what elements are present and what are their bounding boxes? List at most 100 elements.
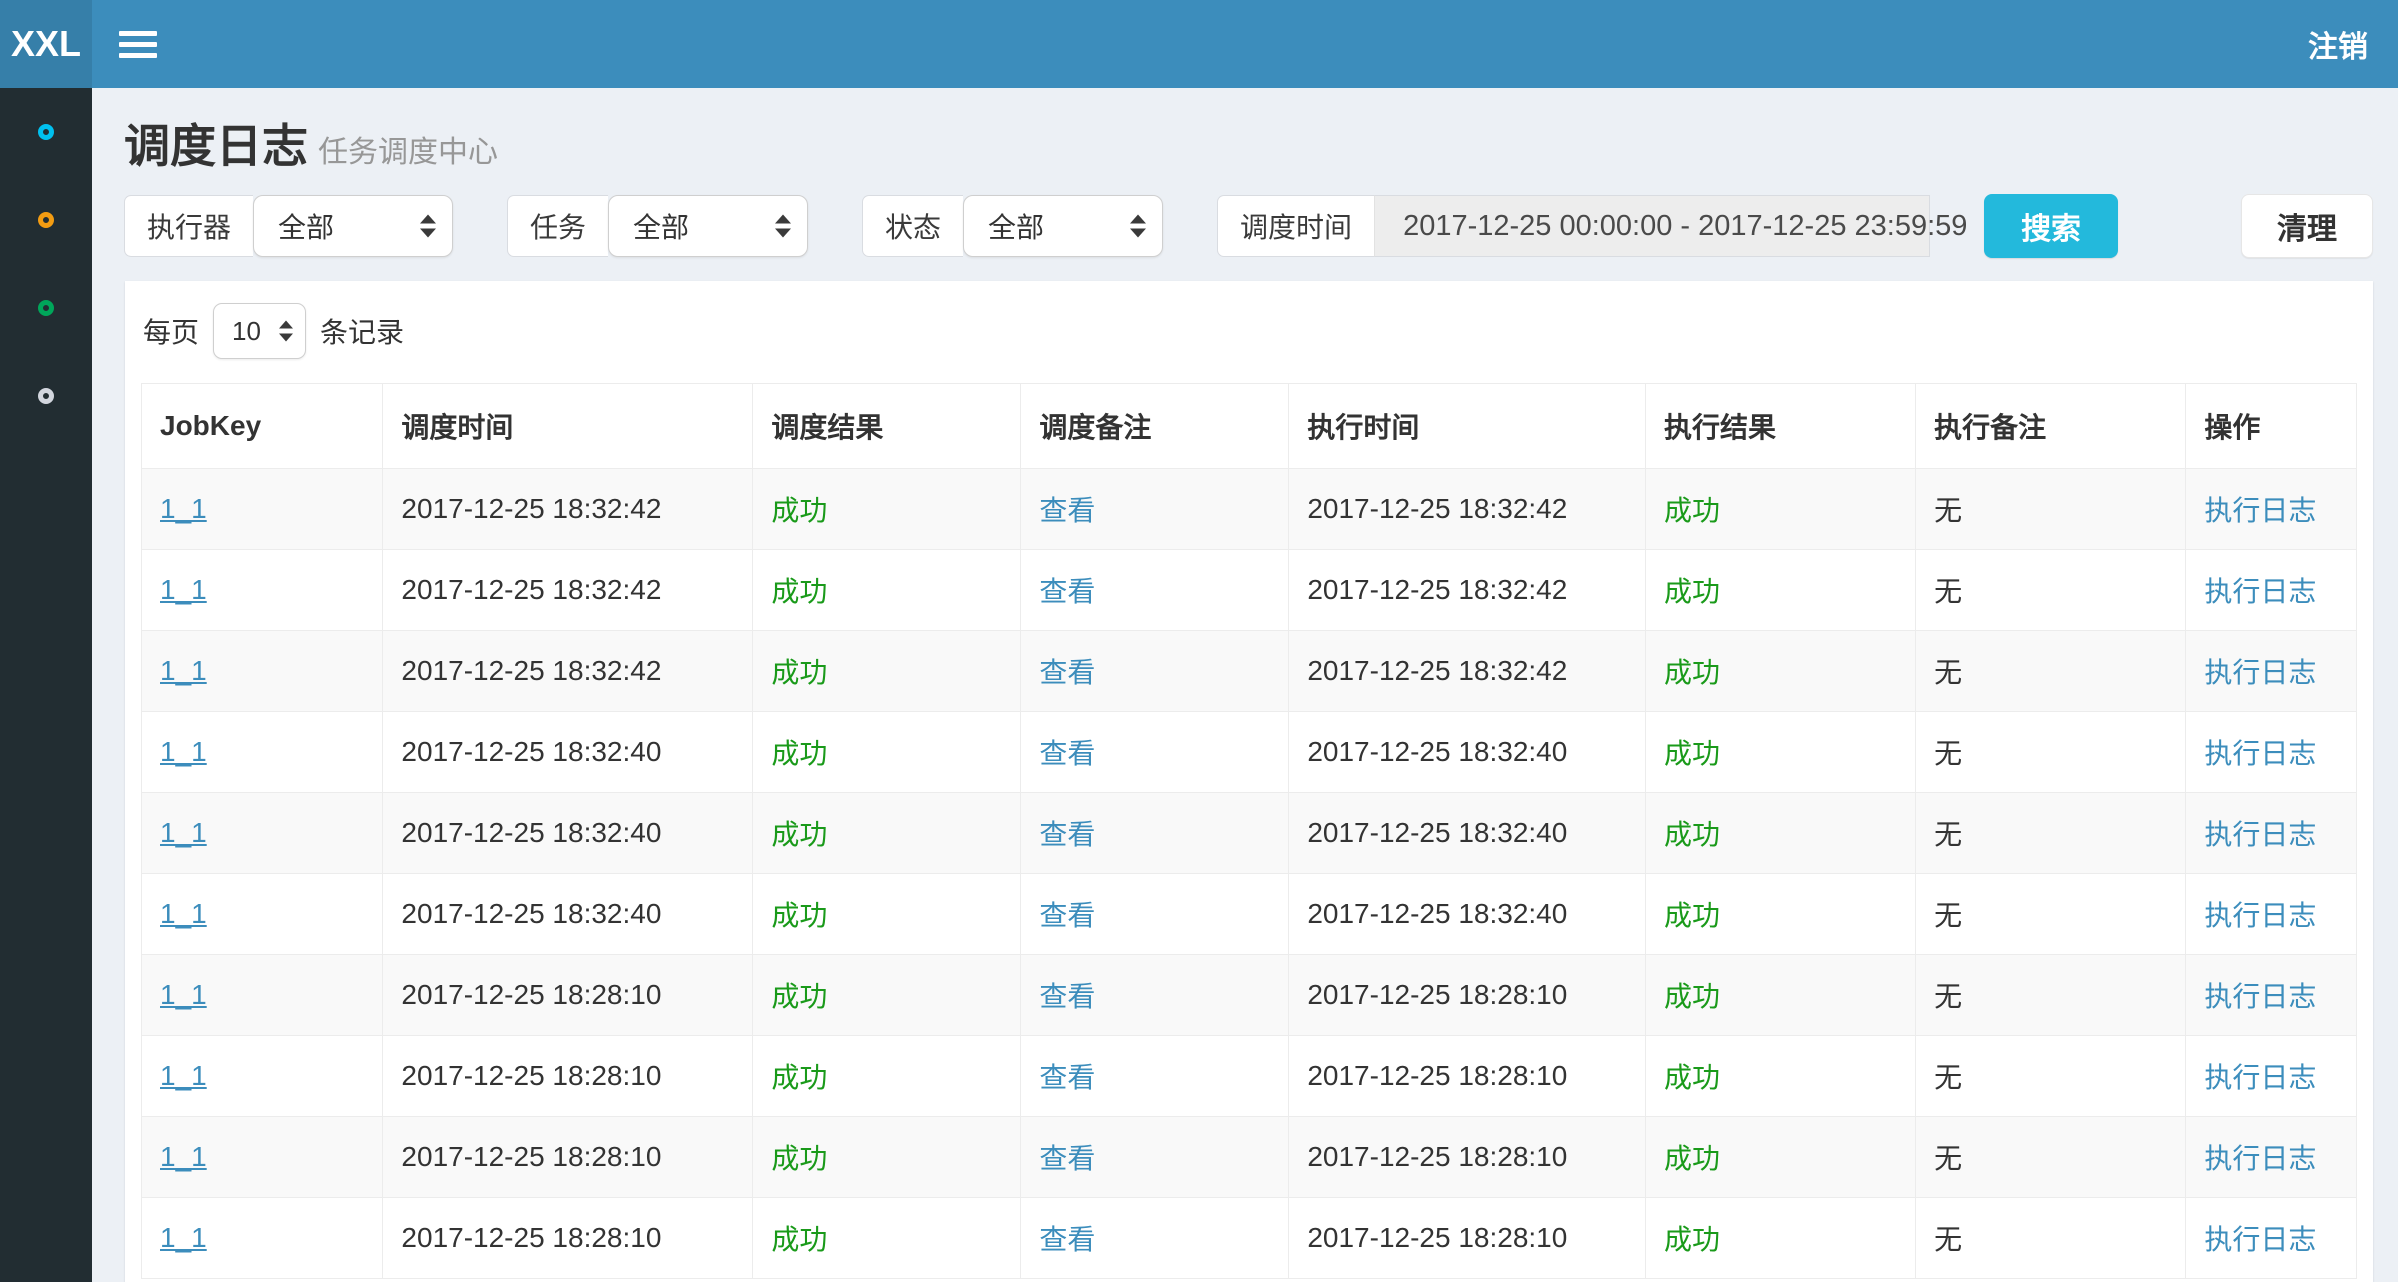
exec-log-link[interactable]: 执行日志 [2204, 1062, 2316, 1093]
job-key-link[interactable]: 1_1 [160, 817, 207, 848]
handle-result-cell: 成功 [1664, 1224, 1720, 1255]
navbar: 注销 [92, 0, 2398, 88]
handle-result-cell: 成功 [1664, 576, 1720, 607]
exec-log-link[interactable]: 执行日志 [2204, 495, 2316, 526]
job-filter-select[interactable]: 全部 [608, 195, 808, 257]
trigger-msg-link[interactable]: 查看 [1039, 1143, 1095, 1174]
table-header-row: JobKey调度时间调度结果调度备注执行时间执行结果执行备注操作 [142, 384, 2357, 469]
dispatch-log-table: JobKey调度时间调度结果调度备注执行时间执行结果执行备注操作 1_1 2017… [141, 383, 2357, 1279]
top-navbar: XXL 注销 [0, 0, 2398, 88]
handle-msg-cell: 无 [1934, 576, 1962, 607]
sidebar-item-2[interactable] [0, 176, 92, 264]
exec-log-link[interactable]: 执行日志 [2204, 900, 2316, 931]
job-key-link[interactable]: 1_1 [160, 574, 207, 605]
app-logo[interactable]: XXL [0, 0, 92, 88]
trigger-msg-link[interactable]: 查看 [1039, 1062, 1095, 1093]
trigger-result-cell: 成功 [771, 1062, 827, 1093]
table-row: 1_12017-12-25 18:32:40成功查看2017-12-25 18:… [142, 712, 2357, 793]
exec-log-link[interactable]: 执行日志 [2204, 657, 2316, 688]
table-row: 1_12017-12-25 18:32:42成功查看2017-12-25 18:… [142, 469, 2357, 550]
job-key-link[interactable]: 1_1 [160, 493, 207, 524]
sidebar-toggle-button[interactable] [92, 0, 184, 88]
column-header: 操作 [2186, 384, 2357, 469]
exec-log-link[interactable]: 执行日志 [2204, 1143, 2316, 1174]
trigger-time-filter-label: 调度时间 [1217, 195, 1374, 257]
trigger-msg-link[interactable]: 查看 [1039, 576, 1095, 607]
trigger-time-cell: 2017-12-25 18:28:10 [401, 1060, 661, 1091]
handle-msg-cell: 无 [1934, 657, 1962, 688]
table-row: 1_12017-12-25 18:28:10成功查看2017-12-25 18:… [142, 1117, 2357, 1198]
circle-icon [38, 388, 54, 404]
select-arrows-icon [279, 321, 293, 342]
table-row: 1_12017-12-25 18:28:10成功查看2017-12-25 18:… [142, 1198, 2357, 1279]
exec-log-link[interactable]: 执行日志 [2204, 1224, 2316, 1255]
trigger-msg-link[interactable]: 查看 [1039, 738, 1095, 769]
sidebar-item-4[interactable] [0, 352, 92, 440]
exec-log-link[interactable]: 执行日志 [2204, 576, 2316, 607]
hamburger-icon [119, 31, 157, 58]
job-filter-group: 任务 全部 [507, 195, 808, 257]
table-row: 1_12017-12-25 18:32:40成功查看2017-12-25 18:… [142, 793, 2357, 874]
sidebar-item-1[interactable] [0, 88, 92, 176]
status-filter-value: 全部 [988, 206, 1044, 246]
trigger-msg-link[interactable]: 查看 [1039, 819, 1095, 850]
exec-log-link[interactable]: 执行日志 [2204, 738, 2316, 769]
clear-log-button[interactable]: 清理 [2241, 194, 2373, 258]
trigger-result-cell: 成功 [771, 576, 827, 607]
handle-msg-cell: 无 [1934, 1224, 1962, 1255]
handle-time-cell: 2017-12-25 18:32:40 [1307, 898, 1567, 929]
trigger-msg-link[interactable]: 查看 [1039, 900, 1095, 931]
sidebar-item-3[interactable] [0, 264, 92, 352]
trigger-msg-link[interactable]: 查看 [1039, 657, 1095, 688]
executor-filter-select[interactable]: 全部 [253, 195, 453, 257]
exec-log-link[interactable]: 执行日志 [2204, 819, 2316, 850]
handle-time-cell: 2017-12-25 18:28:10 [1307, 979, 1567, 1010]
trigger-time-cell: 2017-12-25 18:32:42 [401, 493, 661, 524]
handle-time-cell: 2017-12-25 18:32:42 [1307, 655, 1567, 686]
search-button[interactable]: 搜索 [1984, 194, 2118, 258]
trigger-result-cell: 成功 [771, 738, 827, 769]
status-filter-select[interactable]: 全部 [963, 195, 1163, 257]
trigger-msg-link[interactable]: 查看 [1039, 1224, 1095, 1255]
job-key-link[interactable]: 1_1 [160, 1222, 207, 1253]
page-size-suffix-label: 条记录 [320, 311, 404, 351]
main-content: 调度日志任务调度中心 执行器 全部 任务 全部 状态 全部 [92, 88, 2398, 1282]
job-key-link[interactable]: 1_1 [160, 736, 207, 767]
status-filter-group: 状态 全部 [862, 195, 1163, 257]
trigger-msg-link[interactable]: 查看 [1039, 495, 1095, 526]
column-header: 执行时间 [1289, 384, 1646, 469]
logout-link[interactable]: 注销 [2308, 22, 2398, 66]
handle-time-cell: 2017-12-25 18:32:40 [1307, 736, 1567, 767]
trigger-result-cell: 成功 [771, 819, 827, 850]
job-key-link[interactable]: 1_1 [160, 1060, 207, 1091]
job-key-link[interactable]: 1_1 [160, 979, 207, 1010]
job-key-link[interactable]: 1_1 [160, 1141, 207, 1172]
exec-log-link[interactable]: 执行日志 [2204, 981, 2316, 1012]
column-header: 执行备注 [1916, 384, 2186, 469]
executor-filter-group: 执行器 全部 [124, 195, 453, 257]
trigger-time-cell: 2017-12-25 18:32:40 [401, 898, 661, 929]
page-subtitle: 任务调度中心 [318, 136, 498, 169]
page-size-value: 10 [232, 316, 261, 347]
circle-icon [38, 124, 54, 140]
handle-msg-cell: 无 [1934, 1143, 1962, 1174]
filter-toolbar: 执行器 全部 任务 全部 状态 全部 [92, 194, 2398, 258]
handle-time-cell: 2017-12-25 18:28:10 [1307, 1060, 1567, 1091]
column-header: JobKey [142, 384, 383, 469]
trigger-time-cell: 2017-12-25 18:32:42 [401, 574, 661, 605]
select-arrows-icon [775, 215, 791, 238]
trigger-time-cell: 2017-12-25 18:28:10 [401, 979, 661, 1010]
select-arrows-icon [420, 215, 436, 238]
page-size-prefix-label: 每页 [143, 311, 199, 351]
job-key-link[interactable]: 1_1 [160, 655, 207, 686]
handle-time-cell: 2017-12-25 18:32:42 [1307, 574, 1567, 605]
executor-filter-label: 执行器 [124, 195, 253, 257]
trigger-result-cell: 成功 [771, 1143, 827, 1174]
trigger-result-cell: 成功 [771, 900, 827, 931]
trigger-msg-link[interactable]: 查看 [1039, 981, 1095, 1012]
table-row: 1_12017-12-25 18:32:42成功查看2017-12-25 18:… [142, 631, 2357, 712]
table-row: 1_12017-12-25 18:28:10成功查看2017-12-25 18:… [142, 955, 2357, 1036]
trigger-time-range-input[interactable]: 2017-12-25 00:00:00 - 2017-12-25 23:59:5… [1374, 195, 1930, 257]
page-size-select[interactable]: 10 [213, 303, 306, 359]
job-key-link[interactable]: 1_1 [160, 898, 207, 929]
